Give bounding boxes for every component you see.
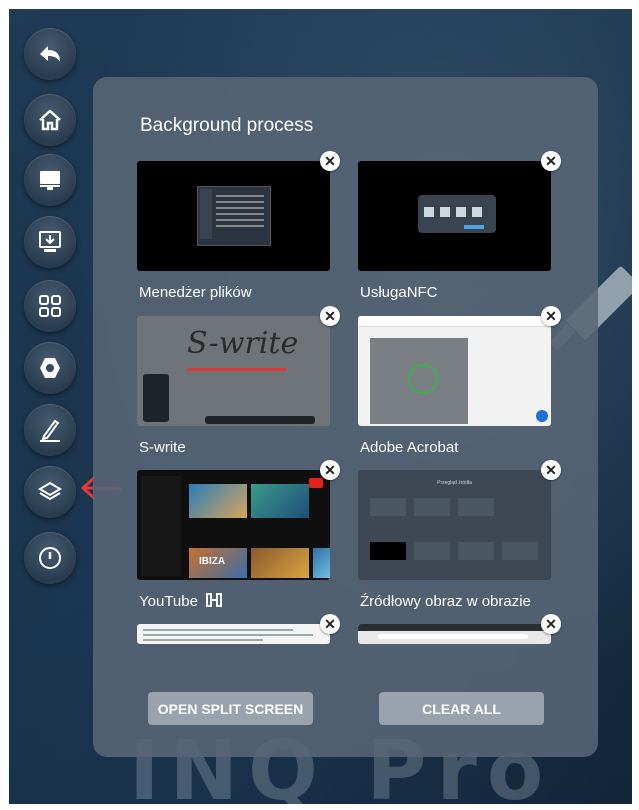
sidebar-screen-share-button[interactable] (24, 216, 76, 268)
task-thumbnail[interactable] (358, 161, 551, 271)
task-label: UsługaNFC (360, 284, 438, 301)
text-line-preview (143, 639, 263, 641)
sidebar-annotate-button[interactable] (24, 404, 76, 456)
file-sidebar-preview (200, 189, 212, 239)
home-icon (39, 109, 61, 131)
task-card-browser[interactable]: ✕ (358, 614, 561, 644)
youtube-sidebar-preview (141, 476, 181, 576)
acrobat-toolbar-preview (358, 316, 551, 327)
nfc-option-preview (424, 207, 434, 217)
sidebar-settings-button[interactable] (24, 342, 76, 394)
power-icon (39, 547, 61, 569)
task-card-document[interactable]: ✕ (137, 614, 340, 644)
sidebar-back-button[interactable] (24, 28, 76, 80)
video-thumb-preview (251, 548, 309, 578)
bottom-toolbar-preview (205, 416, 315, 424)
task-label: Adobe Acrobat (360, 439, 459, 456)
close-task-button[interactable]: ✕ (541, 460, 561, 480)
task-card-s-write[interactable]: S-write ✕ S-write (137, 306, 340, 456)
sidebar-power-button[interactable] (24, 532, 76, 584)
close-task-button[interactable]: ✕ (320, 306, 340, 326)
pip-tile-preview (458, 498, 494, 516)
back-arrow-icon (40, 46, 60, 62)
close-task-button[interactable]: ✕ (541, 306, 561, 326)
monitor-icon (40, 171, 60, 190)
task-thumbnail[interactable] (358, 624, 551, 644)
file-row-preview (216, 207, 264, 209)
green-scribble-preview (408, 364, 438, 394)
task-thumbnail[interactable] (137, 624, 330, 644)
task-label: Menedżer plików (139, 284, 252, 301)
nfc-option-preview (440, 207, 450, 217)
file-window-preview (197, 186, 271, 246)
red-underline-preview (187, 368, 287, 371)
hexagon-settings-icon (40, 358, 60, 378)
file-row-preview (216, 201, 264, 203)
file-row-preview (216, 195, 264, 197)
task-card-nfc-service[interactable]: ✕ UsługaNFC (358, 151, 561, 301)
task-card-file-manager[interactable]: ✕ Menedżer plików (137, 151, 340, 301)
task-label-text: YouTube (139, 593, 198, 610)
task-thumbnail[interactable] (358, 316, 551, 426)
file-row-preview (216, 225, 264, 227)
sidebar-apps-button[interactable] (24, 280, 76, 332)
pip-tile-preview (414, 498, 450, 516)
close-task-button[interactable]: ✕ (320, 151, 340, 171)
handwriting-preview: S-write (187, 326, 299, 361)
text-line-preview (143, 629, 293, 631)
pip-tile-preview (502, 542, 538, 560)
pen-icon (40, 419, 60, 442)
browser-address-preview (378, 634, 528, 639)
download-screen-icon (39, 231, 61, 252)
task-label: YouTube (139, 593, 223, 610)
video-thumb-preview (313, 548, 330, 578)
acrobat-page-preview (370, 338, 468, 424)
video-thumb-preview (189, 484, 247, 518)
close-task-button[interactable]: ✕ (320, 614, 340, 634)
youtube-logo-preview (309, 478, 323, 488)
task-card-youtube[interactable]: IBIZA ✕ YouTube (137, 460, 340, 610)
task-thumbnail[interactable] (137, 161, 330, 271)
task-thumbnail[interactable]: S-write (137, 316, 330, 426)
pip-tile-preview (414, 542, 450, 560)
task-card-pip-source[interactable]: Przegląd źródła ✕ Źródłowy obraz w obraz… (358, 460, 561, 610)
task-label: S-write (139, 439, 186, 456)
close-task-button[interactable]: ✕ (541, 614, 561, 634)
nfc-confirm-preview (464, 225, 484, 229)
clear-all-button[interactable]: CLEAR ALL (379, 692, 544, 725)
acrobat-edit-fab-preview (536, 410, 548, 422)
background-process-panel: Background process ✕ Menedżer plików ✕ U… (93, 77, 598, 757)
browser-tabbar-preview (358, 624, 551, 631)
task-card-adobe-acrobat[interactable]: ✕ Adobe Acrobat (358, 306, 561, 456)
pip-tile-preview (458, 542, 494, 560)
layers-icon (38, 481, 62, 501)
pip-header-preview: Przegląd źródła (437, 480, 472, 486)
pip-tile-preview (370, 498, 406, 516)
file-row-preview (216, 213, 264, 215)
nfc-option-preview (456, 207, 466, 217)
task-thumbnail[interactable]: IBIZA (137, 470, 330, 580)
task-thumbnail[interactable]: Przegląd źródła (358, 470, 551, 580)
nfc-dialog-preview (418, 195, 496, 233)
task-label: Źródłowy obraz w obrazie (360, 593, 531, 610)
toolbar-preview (143, 374, 169, 422)
panel-title: Background process (140, 115, 314, 136)
file-row-preview (216, 219, 264, 221)
video-thumb-preview: IBIZA (189, 548, 247, 578)
text-line-preview (143, 634, 313, 636)
nfc-option-preview (472, 207, 482, 217)
sidebar-home-button[interactable] (24, 94, 76, 146)
grid-icon (39, 295, 61, 317)
close-task-button[interactable]: ✕ (541, 151, 561, 171)
split-screen-icon (206, 593, 223, 607)
pip-tile-preview (370, 542, 406, 560)
video-thumb-preview (251, 484, 309, 518)
sidebar-display-button[interactable] (24, 154, 76, 206)
sidebar-background-process-button[interactable] (24, 466, 76, 518)
close-task-button[interactable]: ✕ (320, 460, 340, 480)
open-split-screen-button[interactable]: OPEN SPLIT SCREEN (148, 692, 313, 725)
video-title-preview: IBIZA (199, 556, 226, 567)
